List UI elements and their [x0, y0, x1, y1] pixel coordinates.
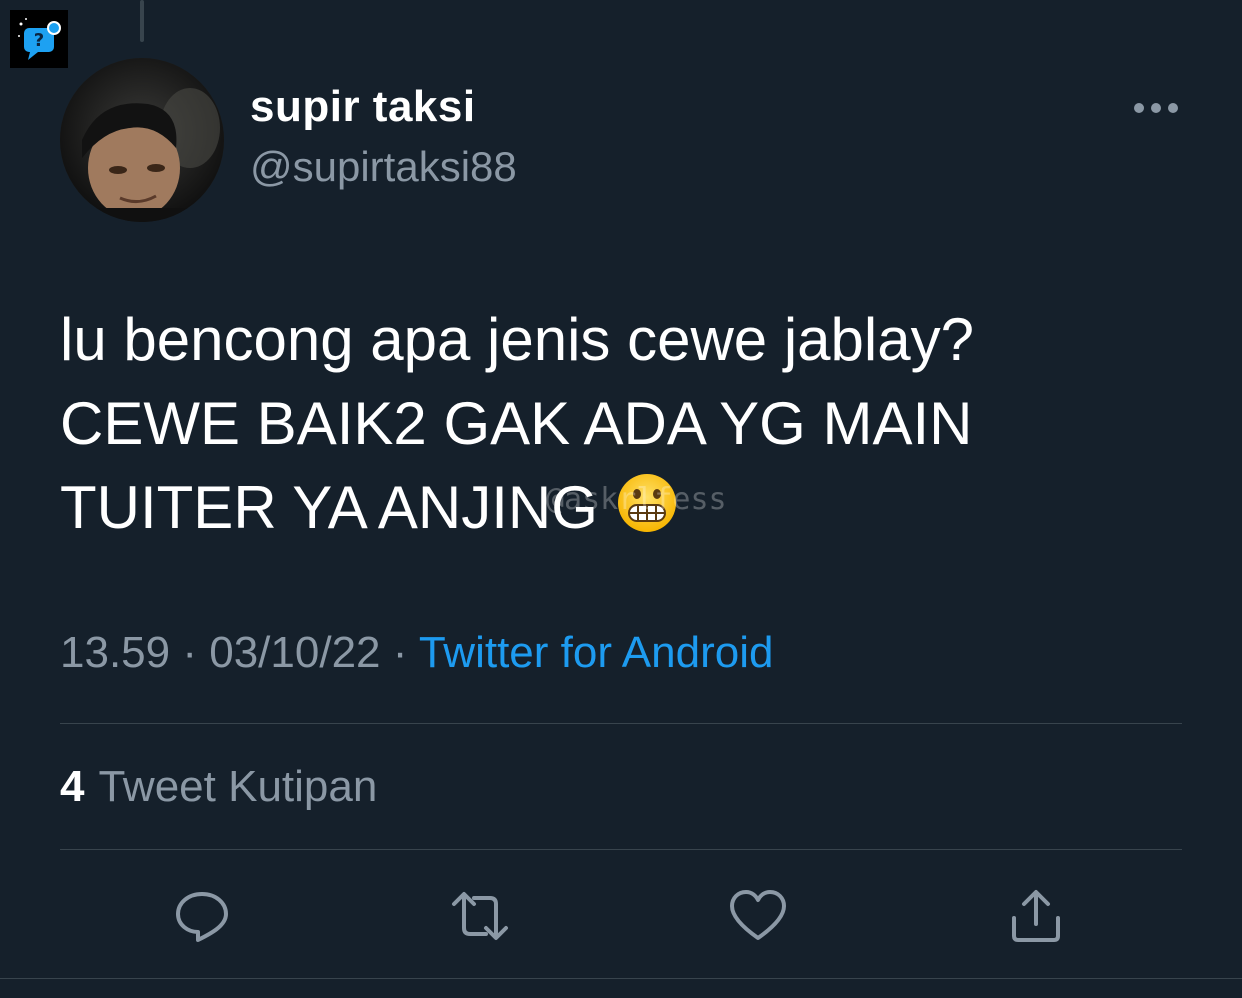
thread-connector-line [140, 0, 144, 42]
quote-tweets-stat[interactable]: 4 Tweet Kutipan [60, 762, 377, 812]
meta-separator: · [392, 628, 408, 677]
tweet-time[interactable]: 13.59 [60, 628, 170, 677]
retweet-button[interactable] [448, 884, 512, 948]
heart-icon [730, 890, 786, 940]
watermark: @askrlfess [546, 482, 727, 517]
meta-separator: · [182, 628, 197, 677]
avatar[interactable] [60, 58, 224, 222]
share-button[interactable] [1004, 884, 1068, 948]
username-handle[interactable]: @supirtaksi88 [250, 143, 517, 191]
bottom-divider [0, 978, 1242, 979]
svg-text:?: ? [34, 30, 44, 51]
divider [60, 723, 1182, 724]
askrlfess-logo-icon: ? [10, 10, 68, 68]
share-icon [1012, 890, 1060, 942]
tweet-source-link[interactable]: Twitter for Android [419, 628, 774, 677]
more-options-icon[interactable] [1128, 90, 1184, 126]
quote-count: 4 [60, 762, 85, 811]
quote-label: Tweet Kutipan [98, 762, 378, 811]
tweet-metadata: 13.59 · 03/10/22 · Twitter for Android [60, 628, 773, 678]
divider [60, 849, 1182, 850]
retweet-icon [452, 892, 508, 940]
tweet-text: lu bencong apa jenis cewe jablay? CEWE B… [60, 298, 1160, 556]
display-name[interactable]: supir taksi [250, 82, 476, 132]
reply-icon [176, 892, 228, 942]
reply-button[interactable] [170, 884, 234, 948]
tweet-text-body: lu bencong apa jenis cewe jablay? CEWE B… [60, 306, 974, 541]
like-button[interactable] [726, 884, 790, 948]
tweet-date[interactable]: 03/10/22 [209, 628, 380, 677]
tweet-detail-page: ? supir taksi @supirtaksi88 lu bencong a… [0, 0, 1242, 998]
